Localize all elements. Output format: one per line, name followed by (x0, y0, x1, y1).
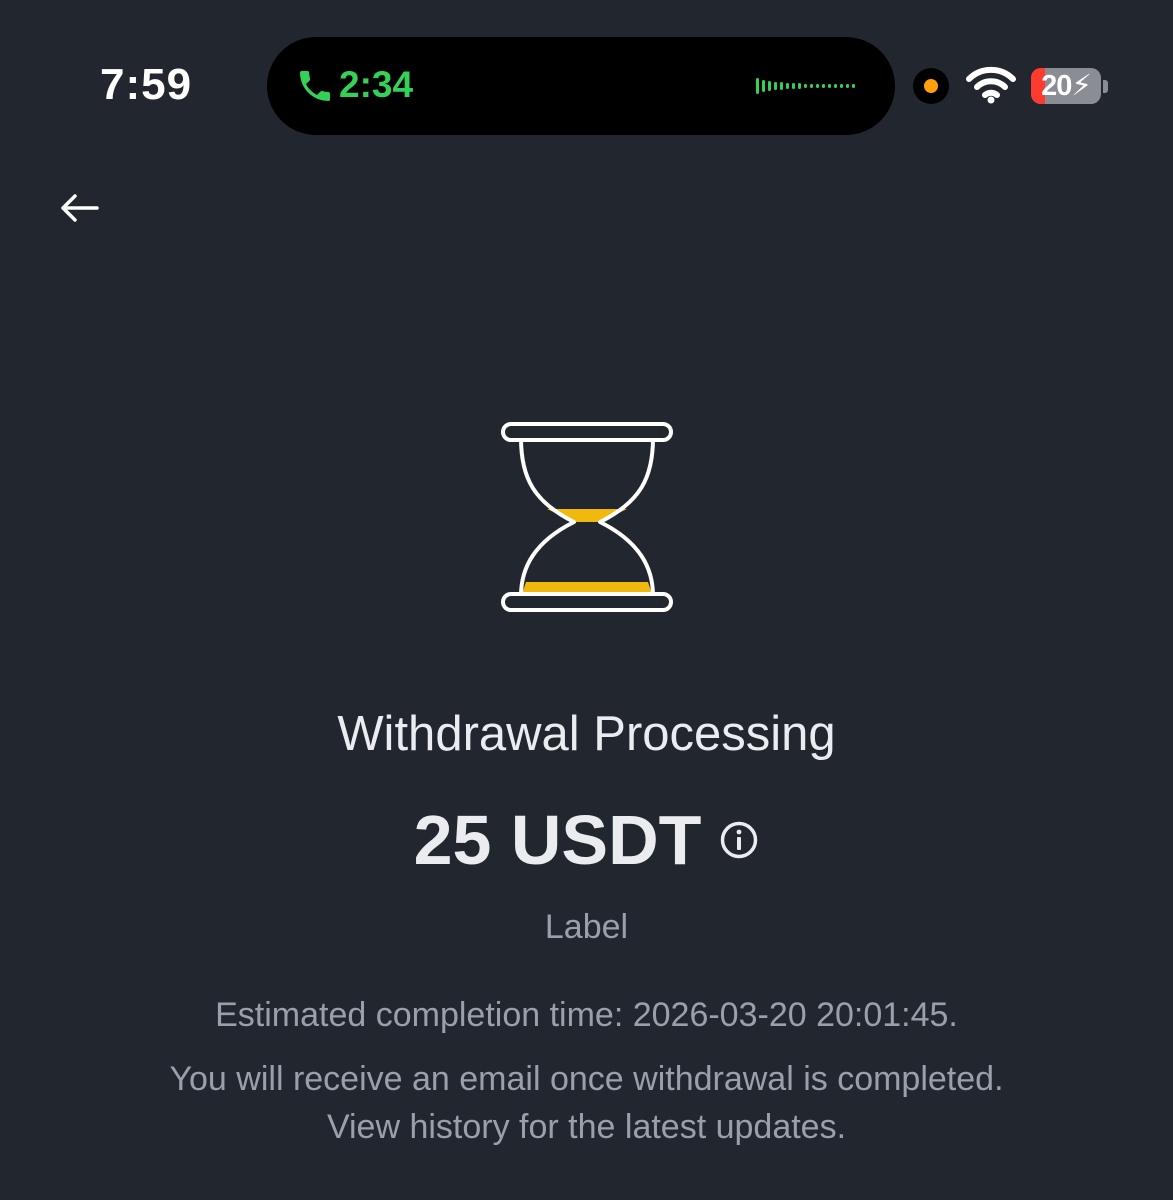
charging-bolt-icon: ⚡ (1071, 70, 1091, 102)
back-button[interactable] (54, 184, 104, 232)
wifi-icon (966, 66, 1016, 104)
withdrawal-amount: 25 USDT (413, 801, 702, 879)
estimated-completion-time: Estimated completion time: 2026-03-20 20… (215, 996, 958, 1034)
amount-row: 25 USDT (0, 800, 1173, 880)
audio-waveform-icon (756, 78, 855, 94)
email-notice-line2: View history for the latest updates. (326, 1108, 847, 1146)
battery-level-text: 20⚡ (1031, 68, 1101, 104)
info-icon[interactable] (719, 820, 759, 860)
arrow-left-icon (61, 194, 99, 222)
hourglass-icon (501, 422, 673, 612)
battery-cap (1103, 80, 1108, 93)
email-notice-line1: You will receive an email once withdrawa… (169, 1060, 1004, 1098)
battery-percent: 20 (1041, 70, 1072, 102)
status-time: 7:59 (100, 60, 193, 109)
call-timer: 2:34 (339, 64, 414, 105)
phone-icon (300, 71, 330, 101)
address-label: Label (544, 908, 629, 946)
page-title: Withdrawal Processing (337, 707, 836, 761)
dynamic-island[interactable]: 2:34 (267, 37, 895, 135)
recording-dot-icon (924, 79, 938, 93)
recording-indicator (913, 68, 949, 104)
battery-indicator: 20⚡ (1031, 68, 1101, 104)
